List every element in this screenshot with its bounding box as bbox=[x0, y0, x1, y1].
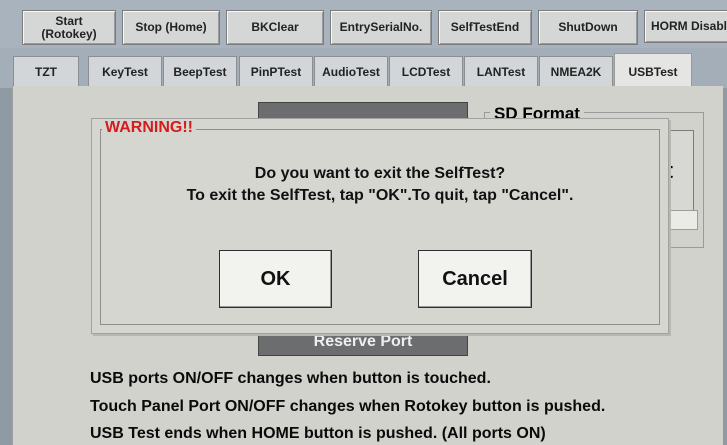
tab-lantest[interactable]: LANTest bbox=[464, 56, 538, 87]
tab-lcdtest[interactable]: LCDTest bbox=[389, 56, 463, 87]
tab-beeptest[interactable]: BeepTest bbox=[163, 56, 237, 87]
info-line-touch-panel: Touch Panel Port ON/OFF changes when Rot… bbox=[90, 398, 606, 415]
stop-home-button[interactable]: Stop (Home) bbox=[122, 10, 220, 45]
warning-dialog: WARNING!! Do you want to exit the SelfTe… bbox=[91, 118, 669, 334]
tab-nmea2k[interactable]: NMEA2K bbox=[539, 56, 613, 87]
selftest-end-button[interactable]: SelfTestEnd bbox=[438, 10, 532, 45]
horm-disable-button[interactable]: HORM Disable bbox=[644, 10, 727, 43]
start-rotokey-button[interactable]: Start (Rotokey) bbox=[22, 10, 116, 45]
dialog-message-line1: Do you want to exit the SelfTest? bbox=[254, 165, 506, 182]
dialog-frame bbox=[100, 129, 660, 325]
dialog-message-line2: To exit the SelfTest, tap "OK".To quit, … bbox=[186, 187, 574, 204]
tab-tzt[interactable]: TZT bbox=[13, 56, 79, 87]
info-line-usb-ports: USB ports ON/OFF changes when button is … bbox=[90, 370, 491, 387]
info-line-usb-test-ends: USB Test ends when HOME button is pushed… bbox=[90, 425, 546, 442]
dialog-title: WARNING!! bbox=[102, 119, 196, 137]
tab-keytest[interactable]: KeyTest bbox=[88, 56, 162, 87]
bkclear-button[interactable]: BKClear bbox=[226, 10, 324, 45]
tab-bar: TZT KeyTest BeepTest PinPTest AudioTest … bbox=[0, 48, 727, 89]
tab-pinptest[interactable]: PinPTest bbox=[239, 56, 313, 87]
tab-audiotest[interactable]: AudioTest bbox=[314, 56, 388, 87]
tab-usbtest[interactable]: USBTest bbox=[614, 53, 692, 89]
ok-button[interactable]: OK bbox=[219, 250, 332, 308]
cancel-button[interactable]: Cancel bbox=[418, 250, 532, 308]
entry-serial-no-button[interactable]: EntrySerialNo. bbox=[330, 10, 432, 45]
shutdown-button[interactable]: ShutDown bbox=[538, 10, 638, 45]
toolbar: Start (Rotokey) Stop (Home) BKClear Entr… bbox=[0, 0, 727, 48]
